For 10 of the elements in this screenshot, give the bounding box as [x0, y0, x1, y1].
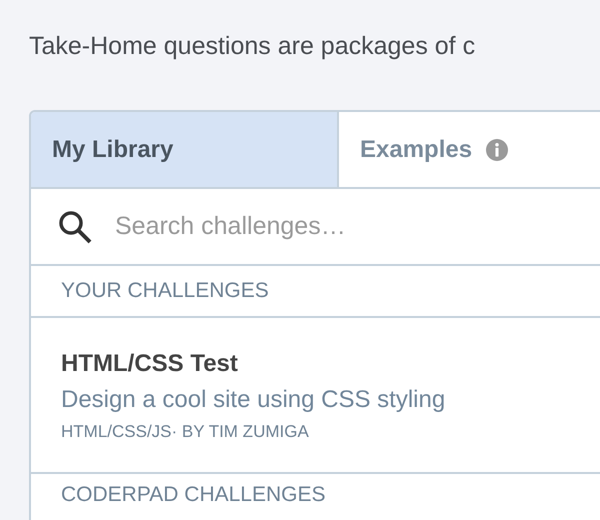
challenge-item[interactable]: HTML/CSS Test Design a cool site using CSS styling HTML/CSS/JS· BY TIM ZUMIGA: [31, 318, 600, 474]
challenge-description: Design a cool site using CSS styling: [61, 386, 446, 414]
section-heading: YOUR CHALLENGES: [61, 279, 269, 303]
info-icon[interactable]: [486, 138, 508, 160]
tab[interactable]: My Library: [31, 112, 339, 187]
section-heading: CODERPAD CHALLENGES: [61, 483, 326, 507]
intro-text: Take-Home questions are packages of c: [28, 31, 476, 62]
challenge-title: HTML/CSS Test: [61, 350, 239, 378]
challenge-meta: HTML/CSS/JS· BY TIM ZUMIGA: [61, 422, 310, 442]
search-icon: [57, 208, 93, 244]
